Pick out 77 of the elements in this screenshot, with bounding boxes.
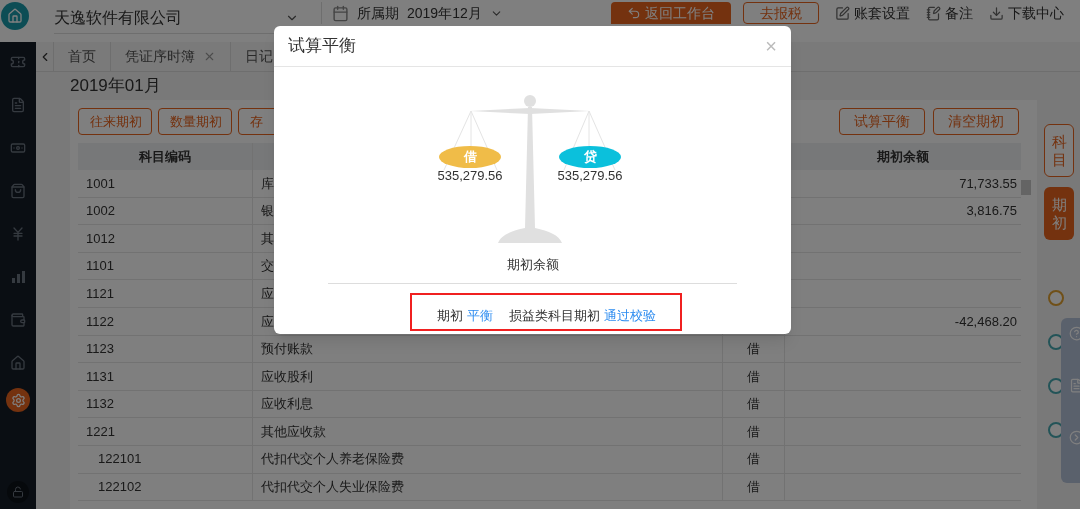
period-value[interactable]: 2019年12月 [407,2,482,24]
check-result: 平衡 [466,307,493,325]
undo-icon [627,6,641,20]
header-link[interactable]: 账套设置 [835,2,910,24]
sidebar-icon[interactable] [10,355,26,371]
return-workbench-button[interactable]: 返回工作台 [611,2,731,24]
table-cell: 1122 [78,307,253,335]
table-cell-text: 借 [747,422,760,441]
column-header: 期初余额 [876,147,930,166]
table-cell: 1002 [78,197,253,225]
table-cell: 应收利息 [253,390,723,418]
toolbar-button[interactable]: 往来期初 [78,108,152,135]
side-tab[interactable]: 期初 [1044,187,1074,240]
page-tab[interactable]: 首页 [54,42,111,71]
check-label: 损益类科目期初 [508,307,600,325]
column-header: 科目编码 [78,143,253,170]
home-logo[interactable] [1,2,29,30]
sidebar-icon[interactable] [10,312,26,328]
table-cell: 1101 [78,252,253,280]
table-cell: 122102 [78,473,253,501]
toolbar-button[interactable]: 试算平衡 [839,108,925,135]
sidebar-icon[interactable] [10,183,26,199]
table-cell-text: 71,733.55 [959,174,1017,193]
dialog-caption: 期初余额 [505,256,560,274]
unlock-icon [12,486,24,498]
page-title: 2019年01月 [70,75,162,97]
edit-icon [835,5,850,21]
check-result: 通过校验 [603,307,656,325]
table-cell: 1001 [78,170,253,197]
table-cell-text: 借 [747,367,760,386]
table-cell: 1131 [78,363,253,390]
table-cell: 代扣代交个人养老保险费 [253,445,723,473]
sidebar-icon[interactable] [10,97,26,113]
toolbar-button[interactable]: 清空期初 [933,108,1019,135]
close-button[interactable]: × [765,36,777,56]
table-cell: 1012 [78,225,253,252]
table-cell-text: 借 [747,450,760,469]
bar-chart-icon[interactable] [10,269,26,285]
calendar-icon [332,4,349,22]
table-cell-text: 3,816.75 [966,202,1017,221]
unlock-button[interactable] [7,481,29,503]
toolbar-button[interactable]: 数量期初 [158,108,232,135]
tax-filing-button[interactable]: 去报税 [743,2,819,24]
side-tab[interactable]: 科目 [1044,124,1074,177]
table-cell: 1121 [78,280,253,307]
pan-label: 贷 [559,146,621,168]
table-cell: 1221 [78,418,253,445]
table-cell-text: -42,468.20 [954,312,1017,331]
table-cell-text: 借 [747,340,760,359]
close-icon[interactable] [203,50,216,63]
period-label: 所属期 [357,3,399,23]
note-icon [926,5,941,21]
company-name: 天逸软件有限公司 [54,7,182,28]
header-link[interactable]: 备注 [926,2,973,24]
settings-button[interactable] [6,388,30,412]
page-tab[interactable]: 凭证序时簿 [111,42,231,71]
table-cell: 1132 [78,390,253,418]
table-cell-text: 借 [747,395,760,414]
timeline-node [1048,290,1064,306]
table-cell: 122101 [78,445,253,473]
sidebar-icon[interactable] [10,226,26,242]
table-cell-text: 借 [747,478,760,497]
table-cell: 预付账款 [253,335,723,363]
header-link[interactable]: 下载中心 [989,2,1064,24]
gear-icon [10,392,26,408]
pan-label: 借 [439,146,501,168]
check-label: 期初 [436,307,463,325]
table-cell: 代扣代交个人失业保险费 [253,473,723,501]
sidebar-icon[interactable] [10,54,26,70]
sidebar-icon[interactable] [10,140,26,156]
table-cell: 1123 [78,335,253,363]
table-cell: 其他应收款 [253,418,723,445]
table-cell: 应收股利 [253,363,723,390]
download-icon [989,5,1004,21]
dialog-title: 试算平衡 [288,35,356,58]
pan-amount: 535,279.56 [437,168,503,184]
pan-amount: 535,279.56 [557,168,623,184]
